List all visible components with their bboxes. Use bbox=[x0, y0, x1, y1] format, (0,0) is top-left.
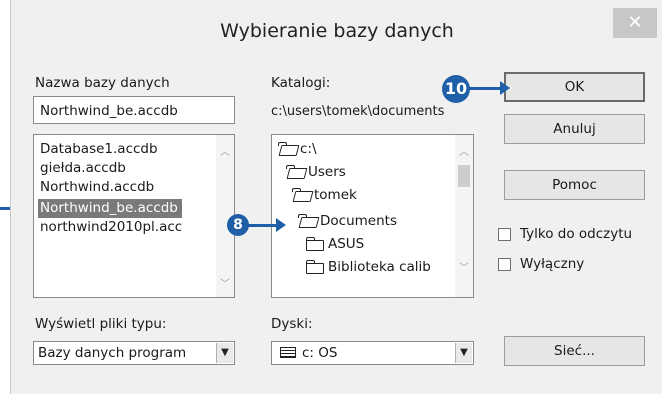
folder-item-biblioteka[interactable]: Biblioteka calib bbox=[306, 258, 454, 277]
folder-item-asus[interactable]: ASUS bbox=[306, 235, 364, 254]
drive-icon bbox=[280, 347, 296, 358]
callout-8-pointer bbox=[248, 224, 276, 227]
list-item-selected[interactable]: Northwind_be.accdb bbox=[38, 199, 182, 218]
folder-icon bbox=[306, 260, 324, 274]
dialog-title: Wybieranie bazy danych bbox=[220, 20, 454, 42]
read-only-checkbox-row[interactable]: Tylko do odczytu bbox=[498, 226, 658, 244]
close-icon: ✕ bbox=[627, 12, 643, 33]
dropdown-arrow-icon[interactable]: ▼ bbox=[216, 343, 233, 363]
scroll-up-icon[interactable]: ︿ bbox=[216, 145, 234, 161]
folder-item-tomek[interactable]: tomek bbox=[292, 186, 357, 205]
file-type-value: Bazy danych program bbox=[38, 345, 187, 361]
folder-item-documents[interactable]: Documents bbox=[298, 212, 397, 231]
database-name-value: Northwind_be.accdb bbox=[40, 103, 178, 119]
database-name-label: Nazwa bazy danych bbox=[35, 75, 170, 91]
folder-tree-list[interactable]: c:\ Users tomek Documents ASUS Bibliotek… bbox=[271, 134, 474, 298]
database-name-input[interactable]: Northwind_be.accdb bbox=[33, 96, 235, 124]
folder-list-scrollbar[interactable]: ︿ ﹀ bbox=[455, 135, 473, 297]
scroll-down-icon[interactable]: ﹀ bbox=[216, 277, 234, 293]
file-type-label: Wyświetl pliki typu: bbox=[35, 316, 167, 332]
title-bar: Wybieranie bazy danych ✕ bbox=[11, 0, 662, 62]
database-file-list[interactable]: Database1.accdb giełda.accdb Northwind.a… bbox=[33, 134, 235, 298]
exclusive-checkbox-row[interactable]: Wyłączny bbox=[498, 256, 638, 274]
list-item[interactable]: Northwind.accdb bbox=[40, 178, 154, 197]
cancel-button[interactable]: Anuluj bbox=[504, 114, 645, 144]
folder-open-icon bbox=[286, 165, 303, 177]
read-only-label: Tylko do odczytu bbox=[520, 226, 633, 242]
list-item[interactable]: giełda.accdb bbox=[40, 159, 126, 178]
drive-select[interactable]: c: OS ▼ bbox=[271, 341, 474, 365]
folder-open-icon bbox=[278, 142, 295, 154]
callout-8: 8 bbox=[227, 214, 249, 236]
callout-10: 10 bbox=[442, 75, 470, 103]
help-button[interactable]: Pomoc bbox=[504, 170, 645, 200]
scroll-up-icon[interactable]: ︿ bbox=[455, 145, 473, 161]
folder-open-icon bbox=[292, 188, 309, 200]
callout-8-arrowhead bbox=[276, 218, 286, 232]
folder-icon bbox=[306, 237, 324, 251]
list-item[interactable]: northwind2010pl.acc bbox=[40, 218, 208, 237]
folder-open-icon bbox=[298, 214, 315, 226]
list-item[interactable]: Database1.accdb bbox=[40, 140, 158, 159]
exclusive-label: Wyłączny bbox=[520, 256, 585, 272]
read-only-checkbox[interactable] bbox=[498, 228, 511, 241]
network-button[interactable]: Sieć... bbox=[504, 336, 645, 366]
close-button[interactable]: ✕ bbox=[613, 8, 657, 38]
callout-10-arrowhead bbox=[500, 81, 510, 95]
current-path: c:\users\tomek\documents bbox=[271, 104, 445, 119]
folder-item-users[interactable]: Users bbox=[286, 163, 346, 182]
folders-label: Katalogi: bbox=[271, 75, 331, 91]
callout-10-pointer bbox=[468, 87, 502, 90]
exclusive-checkbox[interactable] bbox=[498, 258, 511, 271]
drives-label: Dyski: bbox=[271, 316, 313, 332]
scroll-thumb[interactable] bbox=[458, 165, 470, 187]
scroll-down-icon[interactable]: ﹀ bbox=[455, 261, 473, 277]
folder-item-root[interactable]: c:\ bbox=[278, 140, 317, 159]
select-database-dialog: Wybieranie bazy danych ✕ Nazwa bazy dany… bbox=[10, 0, 662, 394]
drive-value: c: OS bbox=[280, 345, 337, 361]
file-type-select[interactable]: Bazy danych program ▼ bbox=[33, 341, 235, 365]
ok-button[interactable]: OK bbox=[504, 72, 645, 102]
dropdown-arrow-icon[interactable]: ▼ bbox=[455, 343, 472, 363]
